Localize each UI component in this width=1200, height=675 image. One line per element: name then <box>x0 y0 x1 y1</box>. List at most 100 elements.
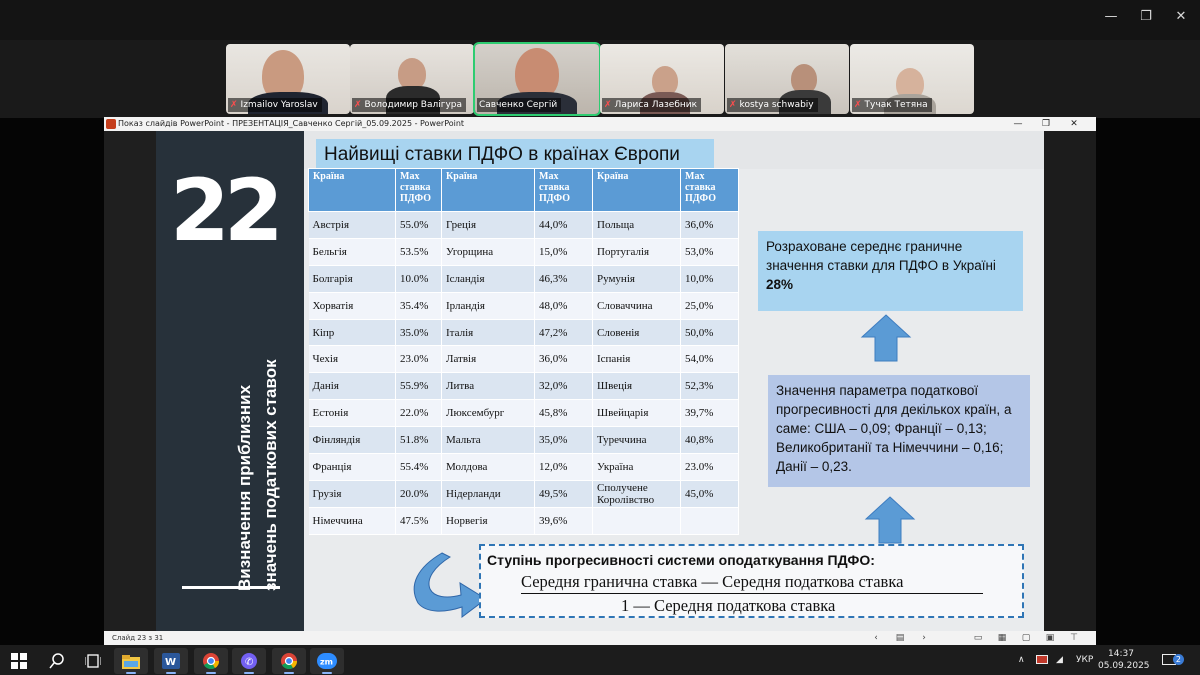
table-cell: 47.5% <box>395 507 442 535</box>
tray-chevron-icon[interactable]: ∧ <box>1018 645 1025 675</box>
next-slide-icon[interactable]: › <box>912 631 936 645</box>
table-cell: Грузія <box>308 480 396 508</box>
participant-name: ✗ Лариса Лазебник <box>602 98 702 112</box>
table-row: Фінляндія 51.8% Мальта 35,0% Туреччина 40,8% <box>308 426 739 455</box>
table-cell: Україна <box>592 453 681 481</box>
table-cell: 45,8% <box>534 399 593 428</box>
table-cell: 52,3% <box>680 372 739 401</box>
ppt-close-button[interactable]: ✕ <box>1060 117 1088 131</box>
formula-heading: Ступінь прогресивності системи оподаткув… <box>487 552 875 568</box>
table-cell: 35.4% <box>395 292 442 320</box>
progressivity-box: Значення параметра податкової прогресивн… <box>768 375 1030 487</box>
table-cell: Латвія <box>441 345 535 374</box>
column-header: Мах ставка ПДФО <box>534 168 593 212</box>
participant-tile[interactable]: ✗ kostya schwabiy <box>725 44 849 114</box>
table-cell: 45,0% <box>680 480 739 508</box>
mic-muted-icon: ✗ <box>854 100 862 110</box>
table-cell: Греція <box>441 211 535 239</box>
table-cell: Угорщина <box>441 238 535 266</box>
participant-name: ✗ Володимир Валігура <box>352 98 466 112</box>
table-cell: 12,0% <box>534 453 593 481</box>
participant-tile[interactable]: ✗ Izmailov Yaroslav <box>226 44 350 114</box>
table-cell: 10,0% <box>680 265 739 293</box>
table-cell: 15,0% <box>534 238 593 266</box>
chrome-profile-icon[interactable] <box>272 648 306 674</box>
screen: — ❐ ✕ ✗ Izmailov Yaroslav ✗ Володимир Валі… <box>0 0 1200 675</box>
word-icon[interactable]: W <box>154 648 188 674</box>
table-cell: 20.0% <box>395 480 442 508</box>
mic-muted-icon: ✗ <box>354 100 362 110</box>
table-cell: 53.5% <box>395 238 442 266</box>
table-row: Франція 55.4% Молдова 12,0% Україна 23.0% <box>308 453 739 481</box>
table-cell <box>592 507 681 535</box>
table-cell: Франція <box>308 453 396 481</box>
table-cell: Ірландія <box>441 292 535 320</box>
table-row: Чехія 23.0% Латвія 36,0% Іспанія 54,0% <box>308 345 739 374</box>
table-cell: Італія <box>441 319 535 347</box>
table-row: Грузія 20.0% Нідерланди 49,5% Сполучене Коро… <box>308 480 739 508</box>
task-view-icon[interactable] <box>76 648 110 674</box>
table-cell: 55.0% <box>395 211 442 239</box>
table-cell: Данія <box>308 372 396 401</box>
table-cell: Хорватія <box>308 292 396 320</box>
viber-icon[interactable]: ✆ <box>232 648 266 674</box>
table-cell: 46,3% <box>534 265 593 293</box>
slide-sorter-icon[interactable]: ▦ <box>990 631 1014 645</box>
file-explorer-icon[interactable] <box>114 648 148 674</box>
close-button[interactable]: ✕ <box>1170 8 1192 26</box>
table-row: Данія 55.9% Литва 32,0% Швеція 52,3% <box>308 372 739 401</box>
table-cell: 39,6% <box>534 507 593 535</box>
participant-tile[interactable]: ✗ Володимир Валігура <box>350 44 474 114</box>
menu-icon[interactable]: ▤ <box>888 631 912 645</box>
ppt-restore-button[interactable]: ❐ <box>1032 117 1060 131</box>
table-cell: Кіпр <box>308 319 396 347</box>
ppt-minimize-button[interactable]: — <box>1004 117 1032 131</box>
clock[interactable]: 14:37 05.09.2025 <box>1098 648 1150 672</box>
table-cell: 49,5% <box>534 480 593 508</box>
table-cell: Сполучене Королівство <box>592 480 681 508</box>
column-header: Мах ставка ПДФО <box>680 168 739 212</box>
participant-name: ✗ Izmailov Yaroslav <box>228 98 322 112</box>
reading-view-icon[interactable]: ▢ <box>1014 631 1038 645</box>
battery-alert-icon[interactable] <box>1036 645 1048 675</box>
table-cell: Мальта <box>441 426 535 455</box>
table-cell: Норвегія <box>441 507 535 535</box>
search-icon[interactable] <box>40 648 74 674</box>
side-divider <box>182 586 280 589</box>
notifications-icon[interactable]: 2 <box>1162 645 1184 675</box>
table-row: Австрія 55.0% Греція 44,0% Польща 36,0% <box>308 211 739 239</box>
normal-view-icon[interactable]: ▭ <box>966 631 990 645</box>
restore-button[interactable]: ❐ <box>1135 8 1157 26</box>
participant-tile[interactable]: ✗ Тучак Тетяна <box>850 44 974 114</box>
presenter-icon[interactable]: ⊤ <box>1062 631 1086 645</box>
table-cell: Молдова <box>441 453 535 481</box>
table-cell: Румунія <box>592 265 681 293</box>
wifi-icon[interactable]: ◢ <box>1056 645 1063 675</box>
formula-numerator: Середня гранична ставка — Середня податк… <box>521 572 904 591</box>
participant-tile[interactable]: ✗ Лариса Лазебник <box>600 44 724 114</box>
table-cell: 48,0% <box>534 292 593 320</box>
table-cell: 22.0% <box>395 399 442 428</box>
table-cell: Португалія <box>592 238 681 266</box>
table-cell: Фінляндія <box>308 426 396 455</box>
table-cell: Словенія <box>592 319 681 347</box>
formula-box: Ступінь прогресивності системи оподаткув… <box>479 544 1024 618</box>
table-cell: Естонія <box>308 399 396 428</box>
participant-tile-active[interactable]: Савченко Сергій <box>473 42 601 116</box>
zoom-app-icon[interactable]: zm <box>310 648 344 674</box>
table-cell: 32,0% <box>534 372 593 401</box>
minimize-button[interactable]: — <box>1100 8 1122 26</box>
ppt-title-bar: Показ слайдів PowerPoint - ПРЕЗЕНТАЦІЯ_С… <box>104 117 1096 131</box>
table-cell: 10.0% <box>395 265 442 293</box>
svg-text:zm: zm <box>320 658 333 667</box>
participant-name: ✗ Тучак Тетяна <box>852 98 932 112</box>
windows-start-icon[interactable] <box>2 648 36 674</box>
slideshow-view-icon[interactable]: ▣ <box>1038 631 1062 645</box>
prev-slide-icon[interactable]: ‹ <box>864 631 888 645</box>
language-indicator[interactable]: УКР <box>1076 645 1093 675</box>
chrome-icon[interactable] <box>194 648 228 674</box>
up-arrow-icon <box>864 496 916 544</box>
table-cell: 35.0% <box>395 319 442 347</box>
participant-name: Савченко Сергій <box>477 98 562 112</box>
slide-canvas: 22 Визначення приблизних значень податко… <box>104 131 1096 632</box>
